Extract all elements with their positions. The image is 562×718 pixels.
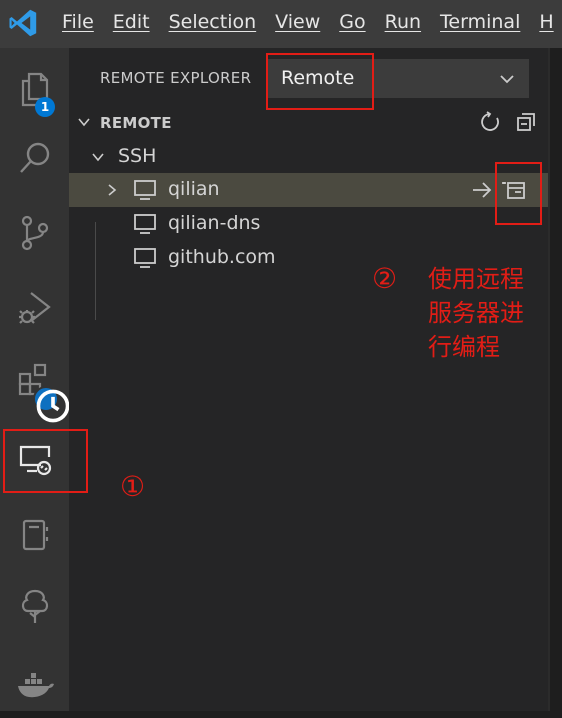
activity-explorer[interactable]: 1 (0, 54, 69, 124)
menu-view[interactable]: View (275, 11, 320, 33)
annotation-line: 行编程 (428, 333, 500, 361)
annotation-box-remote-select (266, 53, 374, 110)
annotation-box-new-window (495, 162, 542, 225)
editor-edge (548, 48, 562, 711)
remote-explorer-sidebar: REMOTE EXPLORER Remote REMOTE SSH qilian… (69, 48, 548, 711)
activity-docker[interactable] (0, 648, 69, 718)
annotation-two-text: 使用远程 服务器进 行编程 (428, 262, 524, 364)
activity-notebook[interactable] (0, 500, 69, 570)
annotation-box-activity (3, 429, 88, 493)
tree-icon (21, 589, 48, 623)
title-bar: File Edit Selection View Go Run Terminal… (0, 0, 562, 48)
activity-tree[interactable] (0, 572, 69, 642)
activity-bar: 1 (0, 48, 70, 711)
ssh-group[interactable]: SSH (69, 140, 548, 174)
docker-icon (17, 673, 54, 698)
source-control-icon (21, 215, 48, 251)
chevron-down-icon (500, 75, 514, 84)
explorer-badge: 1 (35, 97, 55, 117)
host-label: qilian-dns (168, 212, 261, 234)
monitor-icon (134, 180, 156, 200)
search-icon (19, 142, 49, 173)
menu-run[interactable]: Run (385, 11, 421, 33)
host-label: qilian (168, 178, 220, 200)
section-title: REMOTE (100, 114, 172, 132)
activity-search[interactable] (0, 124, 69, 194)
annotation-line: 服务器进 (428, 299, 524, 327)
section-remote-header[interactable]: REMOTE (69, 110, 548, 134)
menu-selection[interactable]: Selection (169, 11, 257, 33)
clock-icon (33, 386, 70, 423)
menu-file[interactable]: File (62, 11, 94, 33)
monitor-icon (134, 248, 156, 268)
chevron-right-icon[interactable] (105, 183, 119, 197)
chevron-down-icon (92, 153, 104, 162)
menu-terminal[interactable]: Terminal (440, 11, 520, 33)
activity-run-debug[interactable] (0, 272, 69, 342)
connect-arrow-icon[interactable] (471, 180, 493, 200)
activity-source-control[interactable] (0, 198, 69, 268)
vscode-logo-icon (9, 9, 37, 37)
annotation-one: ① (120, 470, 146, 503)
monitor-icon (134, 214, 156, 234)
collapse-all-icon[interactable] (514, 110, 538, 134)
annotation-two: ② (372, 262, 398, 295)
notebook-icon (22, 519, 48, 551)
activity-extensions[interactable] (0, 346, 70, 423)
ssh-group-label: SSH (118, 145, 157, 167)
refresh-icon[interactable] (478, 110, 502, 134)
menu-help[interactable]: H (539, 11, 553, 33)
chevron-down-icon (78, 118, 90, 127)
menu-bar: File Edit Selection View Go Run Terminal… (62, 11, 562, 33)
menu-go[interactable]: Go (339, 11, 365, 33)
menu-edit[interactable]: Edit (113, 11, 150, 33)
sidebar-title: REMOTE EXPLORER (100, 69, 252, 87)
run-debug-icon (18, 292, 51, 324)
host-row-qilian[interactable]: qilian (69, 173, 548, 207)
host-label: github.com (168, 246, 276, 268)
annotation-line: 使用远程 (428, 265, 524, 293)
host-row-qilian-dns[interactable]: qilian-dns (69, 207, 548, 241)
